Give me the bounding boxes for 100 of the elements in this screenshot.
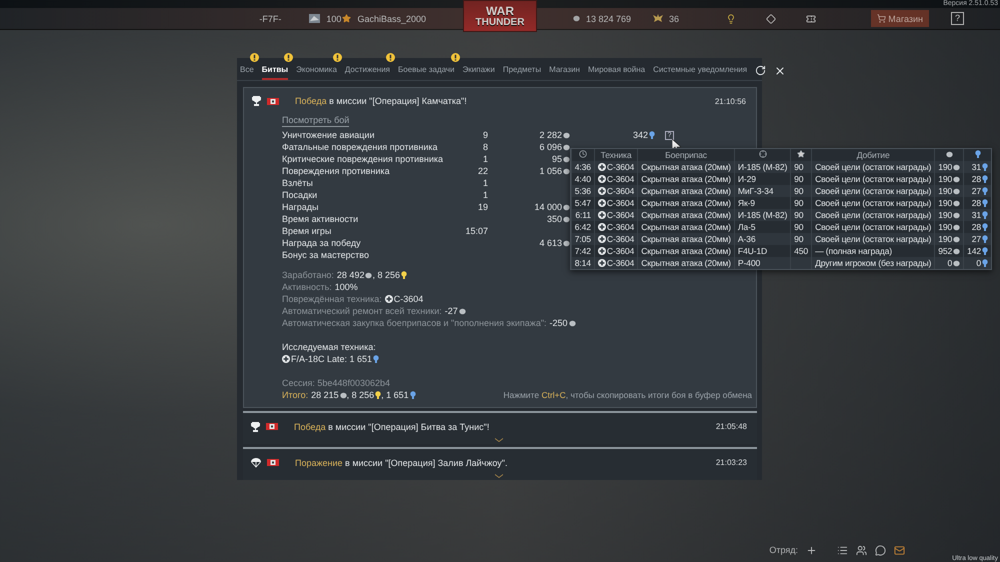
stat-count: 1 bbox=[482, 154, 488, 164]
cross-icon bbox=[598, 222, 606, 230]
research-cell: 28 bbox=[972, 198, 981, 208]
tab[interactable]: Боевые задачи bbox=[398, 65, 455, 80]
message-row[interactable]: Победа в миссии "[Операция] Битва за Тунис"! 21:05:48 bbox=[243, 411, 757, 444]
coin-icon bbox=[573, 15, 580, 22]
message-row[interactable]: Поражение в миссии "[Операция] Залив Лайчжоу". 21:03:23 bbox=[243, 447, 757, 480]
coin-icon bbox=[365, 272, 372, 278]
clock-icon bbox=[578, 150, 587, 158]
summary-label: Заработано: bbox=[282, 270, 334, 280]
cross-icon bbox=[282, 355, 290, 363]
vehicle-cell: С-3604 bbox=[606, 186, 634, 196]
stat-reward: 6 096 bbox=[539, 142, 562, 152]
value-text: 28 492 bbox=[336, 270, 364, 280]
list-icon[interactable] bbox=[837, 544, 848, 556]
vehicle-cell: С-3604 bbox=[606, 246, 634, 256]
research-cell: 28 bbox=[972, 222, 981, 232]
diamond-icon[interactable] bbox=[766, 14, 776, 24]
total-label: Итого: bbox=[282, 390, 308, 400]
research-cell: 27 bbox=[972, 234, 981, 244]
refresh-icon[interactable] bbox=[755, 65, 766, 76]
finish-cell: Другим игроком (без награды) bbox=[812, 257, 935, 269]
research-title: Исследуемая техника: bbox=[282, 342, 376, 352]
stat-label: Бонус за мастерство bbox=[282, 250, 369, 260]
tab[interactable]: Магазин bbox=[549, 65, 580, 80]
flag-icon bbox=[267, 98, 279, 104]
copy-hint: Нажмите Ctrl+C, чтобы скопировать итоги боя в буфер обмена bbox=[503, 390, 752, 400]
stat-label: Фатальные повреждения противника bbox=[282, 142, 438, 152]
stat-count: 15:07 bbox=[465, 226, 488, 236]
stat-reward: 14 000 bbox=[534, 202, 562, 212]
tab[interactable]: Экономика bbox=[296, 65, 337, 80]
rank-text: 100 bbox=[326, 14, 342, 24]
bulb-icon[interactable] bbox=[726, 14, 736, 24]
stat-label: Уничтожение авиации bbox=[282, 130, 374, 140]
bulb-icon bbox=[373, 355, 380, 363]
reward-cell: 952 bbox=[938, 246, 952, 256]
tab[interactable]: Системные уведомления bbox=[653, 65, 748, 80]
tab[interactable]: Достижения bbox=[344, 65, 390, 80]
reward-cell: 190 bbox=[938, 198, 952, 208]
target-cell: P-400 bbox=[734, 257, 791, 269]
shop-button[interactable]: Магазин bbox=[871, 10, 929, 27]
replay-link[interactable]: Посмотреть бой bbox=[282, 115, 350, 127]
stat-count: 8 bbox=[482, 142, 488, 152]
people-icon[interactable] bbox=[856, 544, 867, 556]
bulb-icon bbox=[982, 259, 988, 267]
bulb-icon bbox=[982, 199, 988, 207]
ticket-icon[interactable] bbox=[806, 14, 816, 24]
vehicle-cell: С-3604 bbox=[606, 174, 634, 184]
tab[interactable]: Предметы bbox=[502, 65, 542, 80]
message-time: 21:03:23 bbox=[716, 458, 747, 467]
stat-reward: 1 056 bbox=[539, 166, 562, 176]
coin-icon bbox=[568, 320, 576, 326]
tab[interactable]: Битвы bbox=[262, 65, 288, 80]
chevron-down-icon[interactable] bbox=[495, 438, 503, 442]
stat-count: 19 bbox=[478, 202, 488, 212]
parachute-icon bbox=[251, 458, 261, 468]
chevron-down-icon[interactable] bbox=[495, 474, 503, 478]
mail-icon[interactable] bbox=[894, 544, 905, 556]
stat-count: 9 bbox=[482, 130, 488, 140]
tab[interactable]: Все bbox=[240, 65, 254, 80]
help-button[interactable]: ? bbox=[951, 12, 964, 25]
chat-icon[interactable] bbox=[875, 544, 886, 556]
cart-icon bbox=[877, 14, 886, 23]
close-icon[interactable] bbox=[774, 65, 786, 77]
bulb-icon bbox=[982, 187, 988, 195]
plus-icon[interactable] bbox=[806, 544, 817, 556]
reward-cell: 190 bbox=[938, 162, 952, 172]
nickname: GachiBass_2000 bbox=[357, 14, 426, 24]
flag-icon bbox=[266, 423, 278, 430]
message-title: Поражение в миссии "[Операция] Залив Лайчжоу". bbox=[295, 458, 508, 468]
value-text: , 8 256 bbox=[346, 390, 374, 400]
currency-balance: 13 824 769 bbox=[586, 14, 632, 24]
eagle-icon bbox=[653, 14, 664, 23]
stat-reward: 4 613 bbox=[539, 238, 562, 248]
stat-research: 342 bbox=[632, 130, 648, 140]
summary-label: Повреждённая техника: bbox=[282, 294, 382, 304]
stat-label: Взлёты bbox=[282, 178, 313, 188]
tab[interactable]: Мировая война bbox=[588, 65, 646, 80]
cross-icon bbox=[598, 246, 606, 254]
ammo-cell: Скрытная атака (20мм) bbox=[638, 257, 734, 269]
bulb-icon bbox=[982, 235, 988, 243]
flag-icon bbox=[267, 459, 279, 466]
tab[interactable]: Экипажи bbox=[462, 65, 495, 80]
bulb-icon bbox=[982, 223, 988, 231]
cross-icon bbox=[384, 295, 393, 303]
message-title: Победа в миссии "[Операция] Камчатка"! bbox=[295, 96, 467, 106]
value-text: , 8 256 bbox=[372, 270, 400, 280]
value-text: 100% bbox=[334, 282, 358, 292]
stat-count: 1 bbox=[482, 178, 488, 188]
bulb-icon bbox=[975, 150, 982, 158]
stat-count: 1 bbox=[482, 190, 488, 200]
squad-tag: -F7F- bbox=[259, 14, 282, 24]
reward-cell: 0 bbox=[947, 258, 952, 268]
summary-label: Автоматический ремонт всей техники: bbox=[282, 306, 442, 316]
stat-label: Посадки bbox=[282, 190, 318, 200]
bulb-icon bbox=[982, 247, 988, 255]
research-cell: 31 bbox=[972, 162, 981, 172]
bulb-icon bbox=[400, 271, 407, 279]
session-text: Сессия: 5be448f003062b4 bbox=[282, 378, 390, 388]
research-cell: 28 bbox=[972, 174, 981, 184]
